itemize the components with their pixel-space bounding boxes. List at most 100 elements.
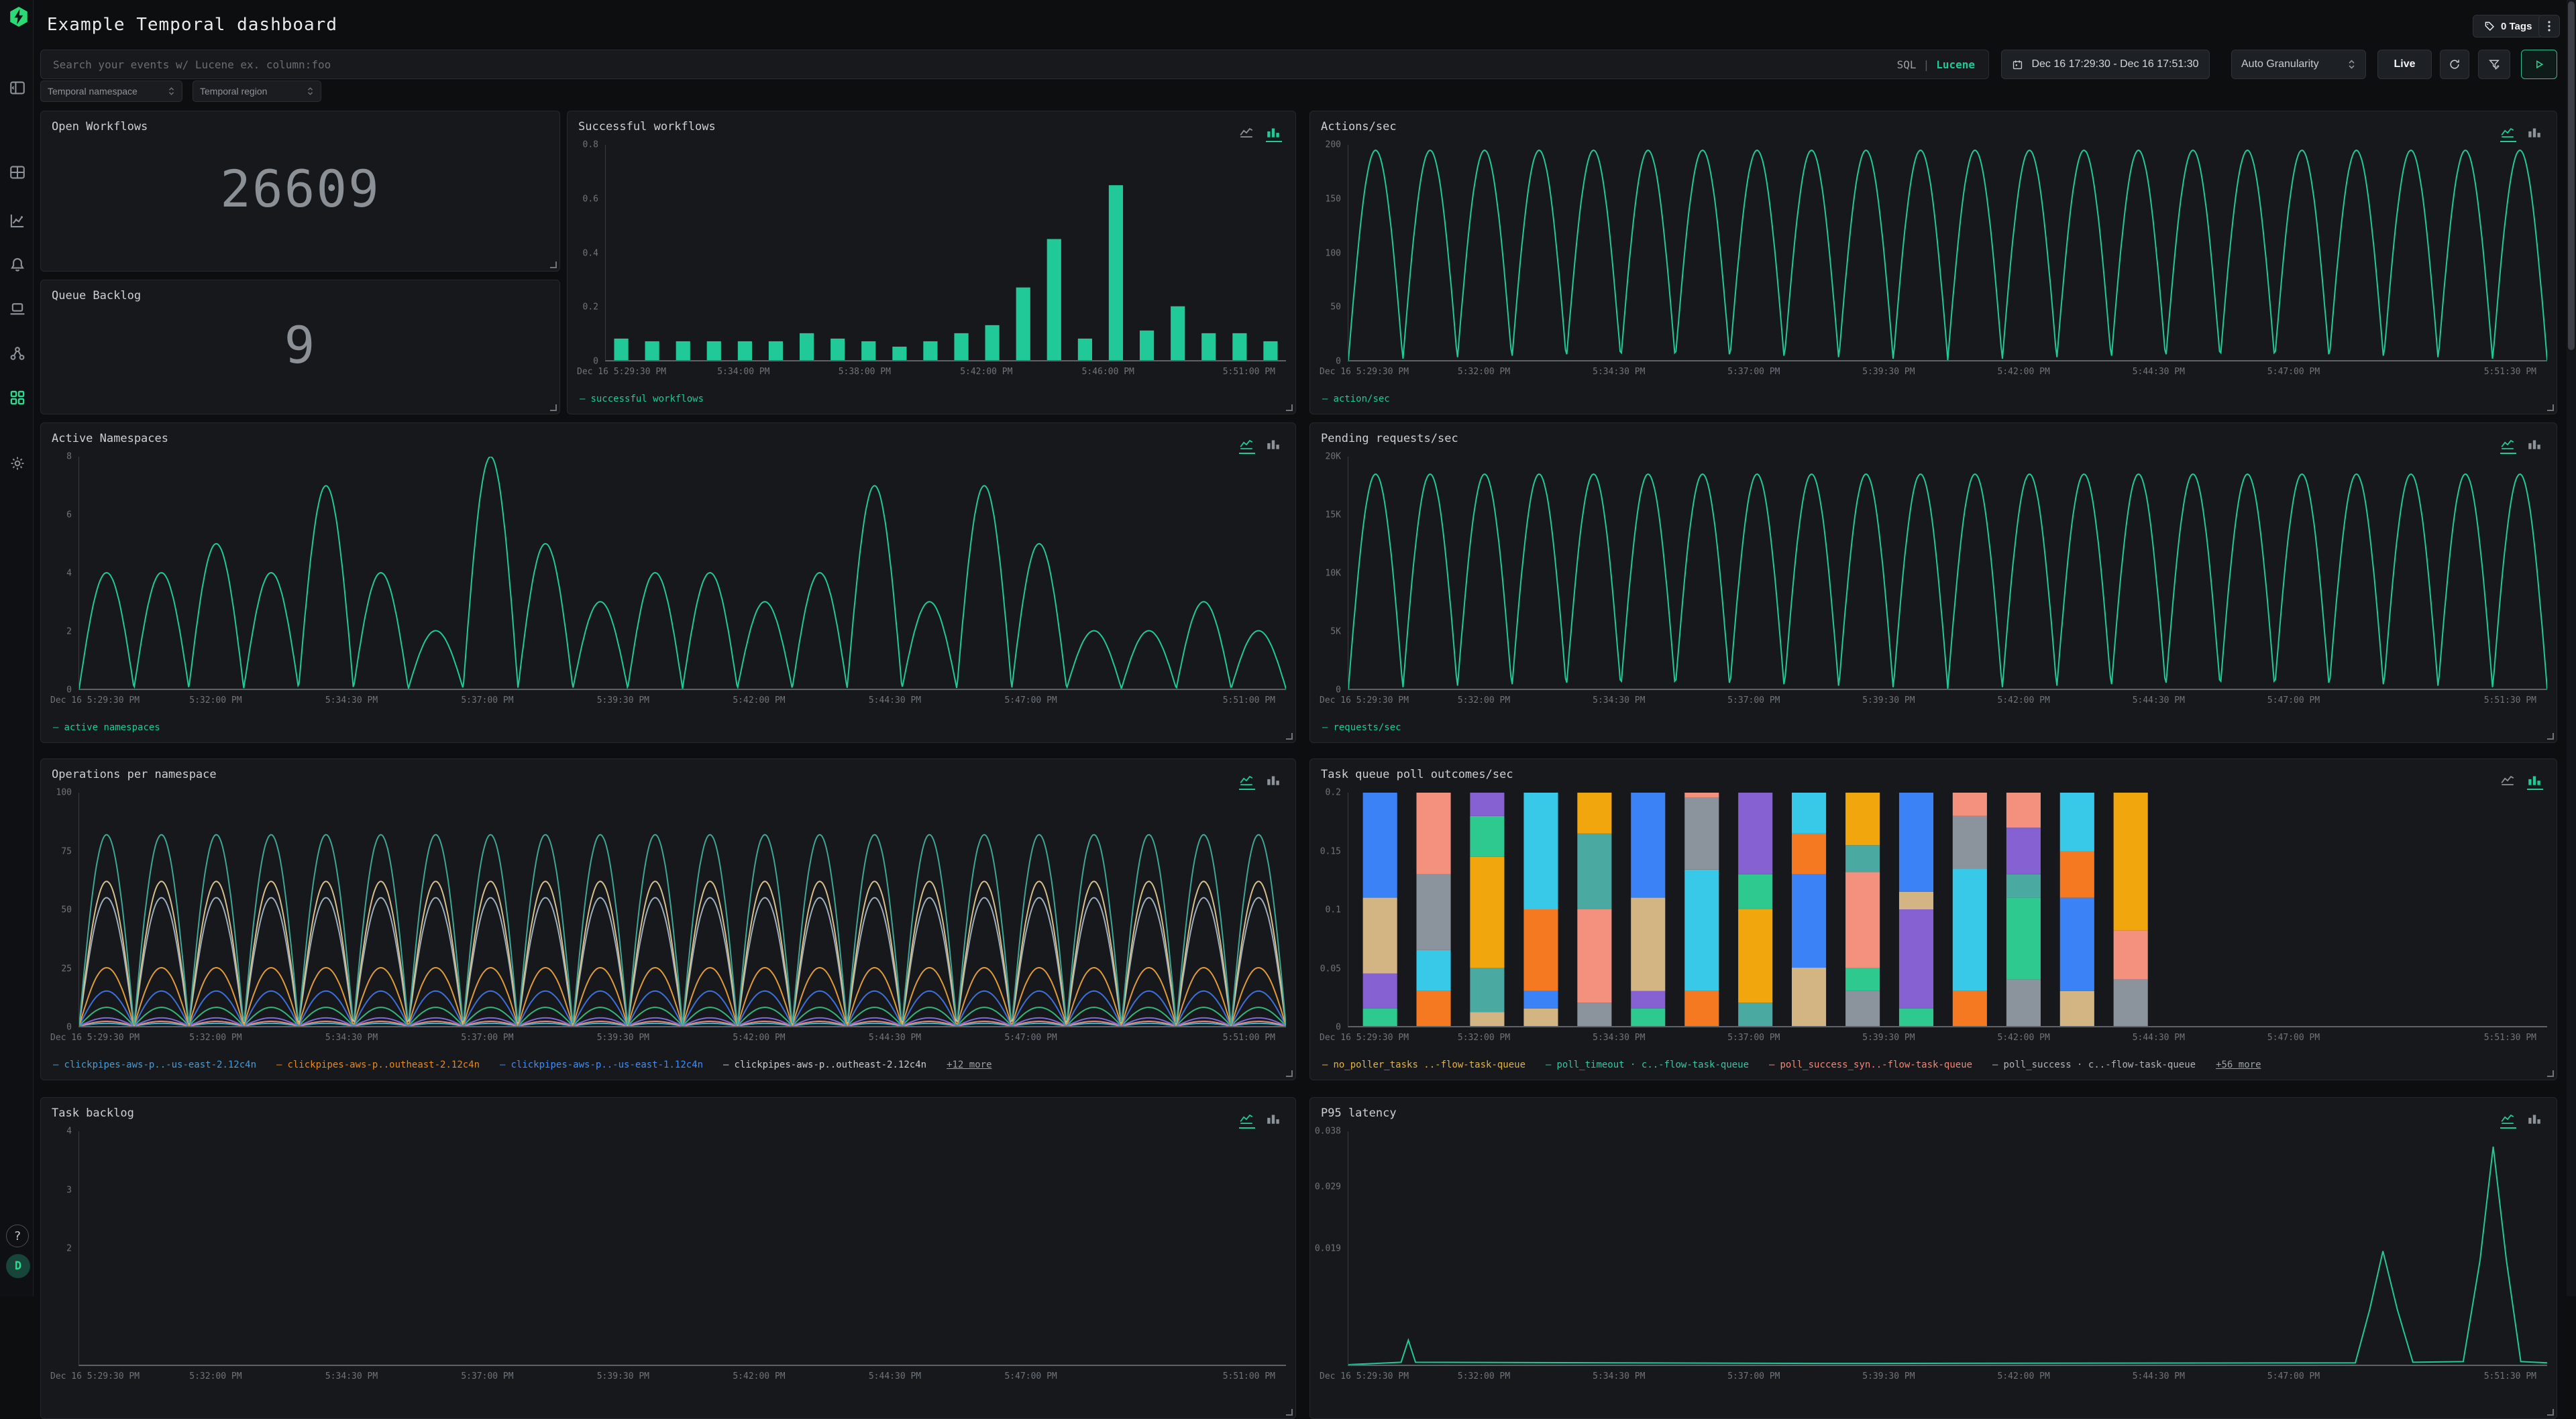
legend-swatch: — [276, 1060, 282, 1070]
y-tick-label: 100 [1326, 248, 1341, 258]
bar-chart-toggle-icon[interactable] [2527, 1113, 2543, 1129]
legend-item[interactable]: —successful workflows [580, 394, 704, 404]
resize-handle[interactable] [1286, 1070, 1293, 1077]
plot-area[interactable] [1348, 793, 2547, 1027]
bell-icon[interactable] [9, 256, 26, 274]
table-icon[interactable] [9, 164, 26, 181]
x-tick-label: 5:42:00 PM [960, 367, 1012, 377]
chart-area: 00.050.10.150.2 [1318, 791, 2547, 1027]
plot-area[interactable] [78, 1131, 1286, 1366]
granularity-select[interactable]: Auto Granularity [2231, 50, 2366, 79]
legend-item[interactable]: —clickpipes-aws-p..outheast-2.12c4n [723, 1060, 926, 1070]
legend-more-link[interactable]: +56 more [2216, 1060, 2261, 1070]
bar-chart-toggle-icon[interactable] [1266, 774, 1282, 790]
search-bar: SQL | Lucene [40, 50, 1989, 79]
sql-toggle[interactable]: SQL [1897, 58, 1917, 71]
legend-item[interactable]: —active namespaces [53, 722, 160, 733]
line-chart-toggle-icon[interactable] [1239, 438, 1255, 454]
resize-handle[interactable] [1286, 733, 1293, 740]
panel-title: Actions/sec [1321, 120, 1397, 133]
plot-area[interactable] [605, 145, 1286, 361]
resize-handle[interactable] [1286, 404, 1293, 411]
plot-area[interactable] [78, 457, 1286, 690]
x-tick-label: Dec 16 5:29:30 PM [1320, 1033, 1409, 1043]
line-chart-toggle-icon[interactable] [1239, 1113, 1255, 1129]
run-query-button[interactable] [2521, 50, 2557, 79]
resize-handle[interactable] [2547, 733, 2554, 740]
legend-item[interactable]: —action/sec [1322, 394, 1390, 404]
service-map-icon[interactable] [9, 345, 26, 362]
line-chart-toggle-icon[interactable] [1239, 126, 1255, 142]
page-scrollbar[interactable] [2567, 0, 2576, 1296]
plot-area[interactable] [1348, 145, 2547, 361]
query-language-toggle[interactable]: SQL | Lucene [1897, 58, 1988, 71]
search-input[interactable] [41, 50, 1897, 78]
x-tick-label: 5:32:00 PM [1458, 1371, 1510, 1381]
legend-item[interactable]: — clickpipes-aws-p..outheast-2.12c4n [276, 1060, 480, 1070]
tags-button[interactable]: 0 Tags [2473, 15, 2543, 38]
resize-handle[interactable] [2547, 1070, 2554, 1077]
bar-chart-toggle-icon[interactable] [1266, 438, 1282, 454]
line-chart-toggle-icon[interactable] [2500, 1113, 2516, 1129]
plot-area[interactable] [1348, 457, 2547, 690]
legend-item[interactable]: —poll_success · c..-flow-task-queue [1992, 1060, 2196, 1070]
bar-chart-toggle-icon[interactable] [1266, 1113, 1282, 1129]
time-range-button[interactable]: Dec 16 17:29:30 - Dec 16 17:51:30 [2001, 50, 2210, 79]
legend-label: clickpipes-aws-p..outheast-2.12c4n [287, 1060, 480, 1070]
avatar[interactable]: D [6, 1254, 30, 1278]
legend-item[interactable]: —poll_timeout · c..-flow-task-queue [1546, 1060, 1749, 1070]
chart-icon[interactable] [9, 212, 26, 229]
line-chart-toggle-icon[interactable] [1239, 774, 1255, 790]
plot-area[interactable] [78, 793, 1286, 1027]
x-axis-labels: Dec 16 5:29:30 PM5:32:00 PM5:34:30 PM5:3… [1320, 695, 2546, 707]
line-chart-toggle-icon[interactable] [2500, 438, 2516, 454]
kebab-menu-button[interactable] [2538, 15, 2560, 38]
resize-handle[interactable] [2547, 1409, 2554, 1416]
scrollbar-thumb[interactable] [2568, 1, 2575, 350]
calendar-icon [2012, 59, 2023, 70]
x-tick-label: 5:44:30 PM [869, 1371, 921, 1381]
lucene-toggle[interactable]: Lucene [1936, 58, 1975, 71]
line-chart-toggle-icon[interactable] [2500, 774, 2516, 790]
legend-more-link[interactable]: +12 more [947, 1060, 991, 1070]
refresh-button[interactable] [2440, 50, 2469, 79]
help-button[interactable]: ? [6, 1225, 29, 1247]
dashboards-icon[interactable] [9, 389, 26, 406]
panel-left-icon[interactable] [9, 79, 26, 97]
x-axis-labels: Dec 16 5:29:30 PM5:32:00 PM5:34:30 PM5:3… [1320, 1033, 2546, 1045]
legend-item[interactable]: —clickpipes-aws-p..-us-east-1.12c4n [500, 1060, 703, 1070]
laptop-icon[interactable] [9, 300, 26, 318]
chart-type-toggle [1239, 774, 1282, 790]
legend-item[interactable]: —clickpipes-aws-p..-us-east-2.12c4n [53, 1060, 256, 1070]
temporal-region-select[interactable]: Temporal region [193, 80, 321, 102]
x-tick-label: Dec 16 5:29:30 PM [1320, 695, 1409, 705]
x-tick-label: 5:37:00 PM [461, 1371, 513, 1381]
temporal-namespace-select[interactable]: Temporal namespace [40, 80, 182, 102]
bar-chart-toggle-icon[interactable] [2527, 774, 2543, 790]
x-tick-label: 5:34:30 PM [1593, 1033, 1645, 1043]
legend-label: successful workflows [590, 394, 704, 404]
resize-handle[interactable] [550, 262, 557, 268]
resize-handle[interactable] [2547, 404, 2554, 411]
bar-chart-toggle-icon[interactable] [2527, 126, 2543, 142]
legend-label: clickpipes-aws-p..-us-east-2.12c4n [64, 1060, 256, 1070]
resize-handle[interactable] [1286, 1409, 1293, 1416]
plot-area[interactable] [1348, 1131, 2547, 1366]
chart-type-toggle [2500, 1113, 2543, 1129]
filter-button[interactable] [2478, 50, 2510, 79]
legend-item[interactable]: —poll_success_syn..-flow-task-queue [1769, 1060, 1972, 1070]
chart-type-toggle [2500, 126, 2543, 142]
legend-item[interactable]: —no_poller_tasks ..-flow-task-queue [1322, 1060, 1525, 1070]
gear-icon[interactable] [9, 455, 26, 472]
line-chart-toggle-icon[interactable] [2500, 126, 2516, 142]
hyperdx-logo[interactable] [7, 5, 30, 28]
chart-type-toggle [1239, 126, 1282, 142]
live-button[interactable]: Live [2377, 50, 2432, 79]
resize-handle[interactable] [550, 404, 557, 411]
bar-chart-toggle-icon[interactable] [2527, 438, 2543, 454]
legend-swatch: — [500, 1060, 505, 1070]
y-axis-labels: 00.20.40.60.8 [576, 145, 601, 361]
bar-chart-toggle-icon[interactable] [1266, 126, 1282, 142]
legend-item[interactable]: —requests/sec [1322, 722, 1401, 733]
x-tick-label: 5:51:00 PM [1223, 1033, 1275, 1043]
